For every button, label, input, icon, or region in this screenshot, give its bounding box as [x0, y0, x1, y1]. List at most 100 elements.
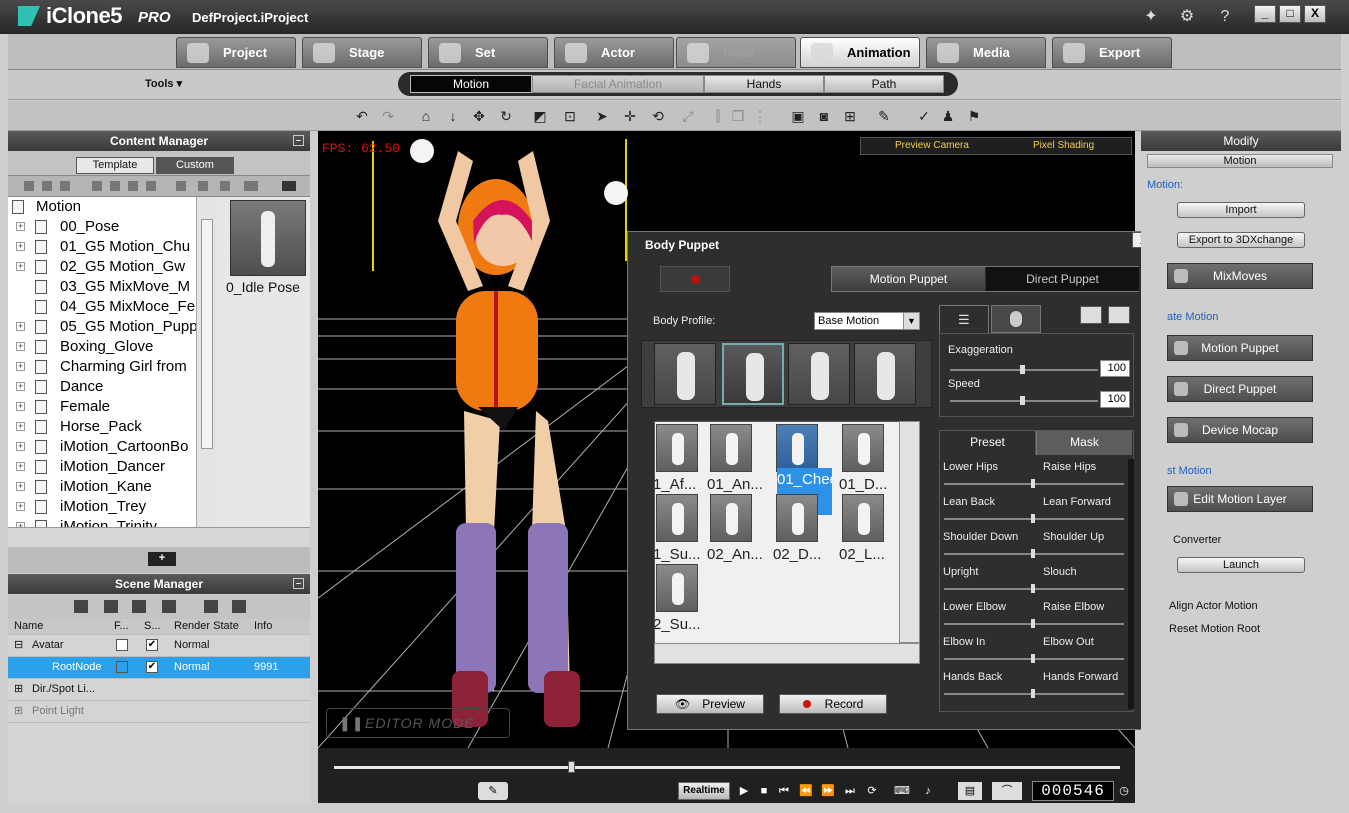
expand-icon[interactable]: ⊞	[14, 701, 23, 722]
rename-icon[interactable]	[146, 181, 156, 191]
tree-item[interactable]: +02_G5 Motion_Gw	[8, 257, 198, 277]
expand-icon[interactable]: +	[16, 422, 25, 431]
import-button[interactable]: Import	[1177, 202, 1305, 218]
move-icon[interactable]: ✥	[471, 108, 487, 124]
motion-item[interactable]: 02_L...	[839, 492, 901, 564]
direct-puppet-button[interactable]: Direct Puppet	[1167, 376, 1313, 402]
tools-menu[interactable]: Tools ▾	[145, 77, 182, 90]
tree-scrollbar[interactable]	[196, 197, 216, 527]
key-icon[interactable]: ⌨	[894, 782, 910, 800]
orbit-icon[interactable]: ⟲	[650, 108, 666, 124]
table-row[interactable]: ⊟ Avatar ✔ Normal	[8, 635, 310, 657]
open-folder-icon[interactable]	[282, 181, 296, 191]
expand-icon[interactable]: +	[16, 462, 25, 471]
copy-icon[interactable]	[110, 181, 120, 191]
fit-icon[interactable]: ⊡	[562, 108, 578, 124]
scroll-thumb[interactable]	[201, 219, 213, 449]
table-row[interactable]: ⊞ Point Light	[8, 701, 310, 723]
content-hscrollbar[interactable]	[8, 527, 310, 547]
realtime-button[interactable]: Realtime	[678, 782, 730, 800]
launch-button[interactable]: Launch	[1177, 557, 1305, 573]
motion-item[interactable]: 01_An...	[707, 422, 769, 494]
timeline-playhead[interactable]	[568, 761, 575, 773]
maximize-button[interactable]: □	[1279, 5, 1301, 23]
collapse-icon[interactable]: –	[293, 578, 304, 589]
timeline-icon[interactable]: ▤	[958, 782, 982, 800]
speed-slider[interactable]	[950, 396, 1098, 405]
tree-item[interactable]: + iMotion_Trinity	[8, 517, 198, 527]
tree-item[interactable]: + iMotion_Dancer	[8, 457, 198, 477]
frame-counter[interactable]: 000546	[1032, 781, 1114, 801]
folder-icon[interactable]	[42, 181, 52, 191]
tab-set[interactable]: Set	[428, 37, 548, 68]
motion-item[interactable]: 1_Su...	[655, 492, 715, 564]
range-icon[interactable]: ⌒	[992, 782, 1022, 800]
motion-item[interactable]: 02_D...	[773, 492, 835, 564]
scale-icon[interactable]: ◩	[532, 108, 548, 124]
motion-grid-vscrollbar[interactable]	[899, 421, 920, 643]
group-icon[interactable]: ❐	[730, 108, 746, 124]
pivot-icon[interactable]: ✛	[622, 108, 638, 124]
tree-item[interactable]: 03_G5 MixMove_M	[8, 277, 198, 297]
tree-item[interactable]: + Boxing_Glove	[8, 337, 198, 357]
new-folder-icon[interactable]	[24, 181, 34, 191]
checkbox[interactable]: ✔	[146, 661, 158, 673]
tree-item[interactable]: +00_Pose	[8, 217, 198, 237]
camera-view-icon[interactable]: ◙	[816, 108, 832, 124]
expand-icon[interactable]: +	[16, 482, 25, 491]
stop-icon[interactable]: ■	[756, 782, 772, 800]
flag-icon[interactable]: ⚑	[966, 108, 982, 124]
slider-handle[interactable]	[1031, 689, 1035, 698]
slider-handle[interactable]	[1020, 396, 1025, 405]
motion-puppet-tab[interactable]: Motion Puppet	[832, 267, 985, 291]
tab-custom[interactable]: Custom	[156, 157, 234, 174]
subtab-motion[interactable]: Motion	[410, 75, 532, 93]
paste-icon[interactable]	[128, 181, 138, 191]
align-actor-motion-link[interactable]: Align Actor Motion	[1169, 600, 1258, 612]
tree-item[interactable]: + iMotion_CartoonBo	[8, 437, 198, 457]
tab-template[interactable]: Template	[76, 157, 154, 174]
profile-option[interactable]	[654, 343, 716, 405]
tree-item[interactable]: + Dance	[8, 377, 198, 397]
exaggeration-value[interactable]: 100	[1100, 360, 1130, 377]
brush-icon[interactable]: ✎	[876, 108, 892, 124]
redo-icon[interactable]: ↷	[380, 108, 396, 124]
pick-icon[interactable]: ✓	[916, 108, 932, 124]
tree-item[interactable]: + iMotion_Kane	[8, 477, 198, 497]
table-row[interactable]: ⊞ Dir./Spot Li...	[8, 679, 310, 701]
collapse-icon[interactable]: ⊟	[14, 635, 23, 656]
help-icon[interactable]: ?	[1216, 8, 1234, 26]
motion-item[interactable]: 01_Cheering	[773, 422, 835, 515]
motion-item[interactable]: 02_An...	[707, 492, 769, 564]
add-icon[interactable]	[176, 181, 186, 191]
slider-handle[interactable]	[1031, 549, 1035, 558]
slider-handle[interactable]	[1031, 619, 1035, 628]
clock-icon[interactable]: ◷	[1116, 782, 1132, 800]
slider-handle[interactable]	[1031, 654, 1035, 663]
profile-option[interactable]	[722, 343, 784, 405]
checkbox[interactable]	[116, 661, 128, 673]
subtab-path[interactable]: Path	[824, 75, 944, 93]
tree-item[interactable]: + Horse_Pack	[8, 417, 198, 437]
idle-pose-thumbnail[interactable]	[230, 200, 306, 276]
distribute-icon[interactable]: ⋮	[752, 108, 768, 124]
tab-mask[interactable]: Mask	[1036, 431, 1132, 455]
preview-button[interactable]: 👁 Preview	[656, 694, 764, 714]
tree-item[interactable]: 04_G5 MixMoce_Fe	[8, 297, 198, 317]
frame-icon[interactable]: ⊞	[842, 108, 858, 124]
timeline-track[interactable]	[334, 766, 1120, 769]
expand-icon[interactable]: +	[16, 242, 25, 251]
preset-scrollbar[interactable]	[1128, 459, 1134, 709]
motion-puppet-button[interactable]: Motion Puppet	[1167, 335, 1313, 361]
snap-icon[interactable]: ⤢	[680, 108, 696, 124]
table-row[interactable]: RootNode ✔ Normal 9991	[8, 657, 310, 679]
open-folder-icon[interactable]	[1108, 306, 1130, 324]
slider-handle[interactable]	[1031, 514, 1035, 523]
expand-icon[interactable]: +	[16, 262, 25, 271]
settings-icon[interactable]: ⚙	[1178, 8, 1196, 26]
tab-animation[interactable]: Animation	[800, 37, 920, 68]
tree-icon[interactable]	[232, 600, 246, 613]
motion-item[interactable]: 01_D...	[839, 422, 901, 494]
slider-handle[interactable]	[1031, 479, 1035, 488]
mixmoves-button[interactable]: MixMoves	[1167, 263, 1313, 289]
